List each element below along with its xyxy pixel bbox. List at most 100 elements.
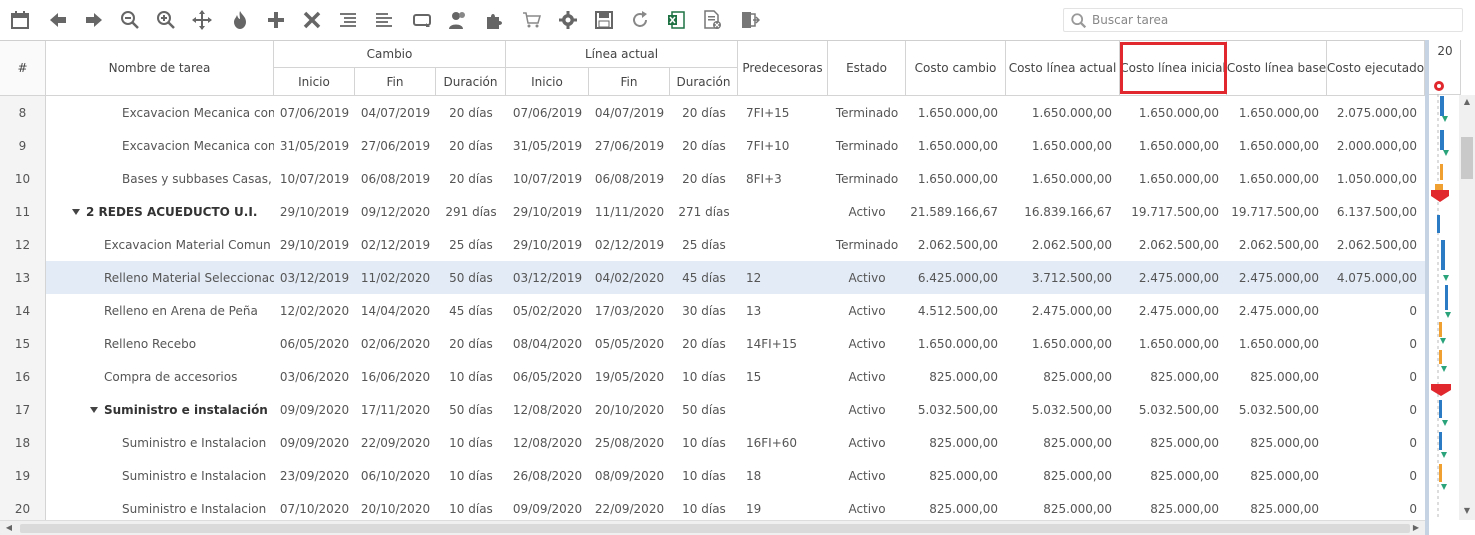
table-row[interactable]: 9 Excavacion Mecanica con 31/05/2019 27/06/… [0, 129, 1425, 162]
horizontal-scroll-thumb[interactable] [20, 524, 1410, 533]
link-icon[interactable] [410, 8, 434, 32]
gantt-bar [1439, 400, 1442, 418]
scroll-right-icon[interactable]: ▶ [1411, 523, 1421, 533]
costo-cambio: 1.650.000,00 [917, 171, 998, 186]
puzzle-icon[interactable] [482, 8, 506, 32]
costo-linea-inicial: 1.650.000,00 [1138, 171, 1219, 186]
linea-inicio: 31/05/2019 [512, 138, 583, 153]
scroll-left-icon[interactable]: ◀ [4, 523, 14, 533]
collapse-toggle-icon[interactable] [90, 406, 98, 413]
task-name[interactable]: Suministro e Instalacion [46, 459, 274, 492]
costo-ejecutado: 0 [1409, 369, 1417, 384]
task-name-label: Relleno en Arena de Peña [104, 303, 258, 318]
estado: Terminado [835, 105, 899, 120]
predecesoras [738, 393, 828, 426]
estado: Activo [848, 369, 886, 384]
horizontal-scrollbar[interactable]: ◀ ▶ [0, 520, 1425, 535]
table-row[interactable]: 11 2 REDES ACUEDUCTO U.I. 29/10/2019 09/12/… [0, 195, 1425, 228]
table-row[interactable]: 12 Excavacion Material Comun 29/10/2019 02/… [0, 228, 1425, 261]
exit-icon[interactable] [738, 8, 762, 32]
move-icon[interactable] [190, 8, 214, 32]
cart-icon[interactable] [520, 8, 544, 32]
header-costo-linea-base[interactable]: Costo línea base [1227, 41, 1327, 96]
task-name[interactable]: Relleno en Arena de Peña [46, 294, 274, 327]
table-row[interactable]: 15 Relleno Recebo 06/05/2020 02/06/2020 20 d… [0, 327, 1425, 360]
costo-linea-base: 2.475.000,00 [1238, 303, 1319, 318]
scroll-down-icon[interactable]: ▼ [1462, 506, 1472, 516]
costo-linea-actual: 1.650.000,00 [1031, 171, 1112, 186]
task-name[interactable]: Relleno Recebo [46, 327, 274, 360]
task-name[interactable]: Excavacion Material Comun [46, 228, 274, 261]
row-number: 12 [0, 228, 46, 261]
calendar-icon[interactable] [8, 8, 32, 32]
arrow-left-icon[interactable] [46, 8, 70, 32]
refresh-icon[interactable] [628, 8, 652, 32]
table-row[interactable]: 19 Suministro e Instalacion 23/09/2020 06/1… [0, 459, 1425, 492]
table-row[interactable]: 17 Suministro e instalación 09/09/2020 17/1… [0, 393, 1425, 426]
gear-icon[interactable] [556, 8, 580, 32]
task-name[interactable]: Compra de accesorios [46, 360, 274, 393]
header-num[interactable]: # [0, 41, 46, 96]
table-row[interactable]: 14 Relleno en Arena de Peña 12/02/2020 14/0… [0, 294, 1425, 327]
header-costo-linea-actual[interactable]: Costo línea actual [1006, 41, 1120, 96]
task-name-label: Bases y subbases Casas, [122, 171, 272, 186]
table-row[interactable]: 18 Suministro e Instalacion 09/09/2020 22/0… [0, 426, 1425, 459]
indent-icon[interactable] [336, 8, 360, 32]
scroll-up-icon[interactable]: ▲ [1462, 97, 1472, 107]
collapse-toggle-icon[interactable] [72, 208, 80, 215]
task-name[interactable]: Suministro e instalación [46, 393, 274, 426]
costo-linea-actual: 2.475.000,00 [1031, 303, 1112, 318]
costo-ejecutado: 6.137.500,00 [1336, 204, 1417, 219]
header-cambio-duracion[interactable]: Duración [436, 68, 506, 96]
plus-icon[interactable] [264, 8, 288, 32]
table-row[interactable]: 10 Bases y subbases Casas, 10/07/2019 06/08… [0, 162, 1425, 195]
header-costo-ejecutado[interactable]: Costo ejecutado [1327, 41, 1425, 96]
task-name[interactable]: Suministro e Instalacion [46, 426, 274, 459]
zoom-out-icon[interactable] [118, 8, 142, 32]
task-name[interactable]: Excavacion Mecanica con [46, 129, 274, 162]
estado: Activo [848, 270, 886, 285]
table-row[interactable]: 13 Relleno Material Seleccionad 03/12/2019… [0, 261, 1425, 294]
table-row[interactable]: 8 Excavacion Mecanica con 07/06/2019 04/07/… [0, 96, 1425, 129]
linea-fin: 27/06/2019 [594, 138, 665, 153]
costo-linea-base: 2.475.000,00 [1238, 270, 1319, 285]
row-number: 10 [0, 162, 46, 195]
zoom-in-icon[interactable] [154, 8, 178, 32]
fire-icon[interactable] [228, 8, 252, 32]
vertical-scroll-thumb[interactable] [1461, 137, 1473, 179]
predecesoras: 18 [746, 468, 762, 483]
outdent-icon[interactable] [372, 8, 396, 32]
excel-icon[interactable] [664, 8, 688, 32]
users-icon[interactable] [446, 8, 470, 32]
task-name[interactable]: Excavacion Mecanica con [46, 96, 274, 129]
header-linea-inicio[interactable]: Inicio [506, 68, 589, 96]
linea-fin: 19/05/2020 [594, 369, 665, 384]
task-name[interactable]: Bases y subbases Casas, [46, 162, 274, 195]
linea-duracion: 30 días [682, 303, 726, 318]
cambio-inicio: 29/10/2019 [279, 237, 350, 252]
row-number: 19 [0, 459, 46, 492]
estado: Terminado [835, 237, 899, 252]
header-cambio-inicio[interactable]: Inicio [274, 68, 355, 96]
estado: Activo [848, 468, 886, 483]
task-name[interactable]: 2 REDES ACUEDUCTO U.I. [46, 195, 274, 228]
header-estado[interactable]: Estado [828, 41, 906, 96]
header-linea-duracion[interactable]: Duración [670, 68, 738, 96]
save-icon[interactable] [592, 8, 616, 32]
task-name[interactable]: Relleno Material Seleccionad [46, 261, 274, 294]
cambio-inicio: 12/02/2020 [279, 303, 350, 318]
header-name[interactable]: Nombre de tarea [46, 41, 274, 96]
close-icon[interactable] [300, 8, 324, 32]
cambio-fin: 02/12/2019 [360, 237, 431, 252]
header-costo-cambio[interactable]: Costo cambio [906, 41, 1006, 96]
document-remove-icon[interactable] [700, 8, 724, 32]
arrow-right-icon[interactable] [82, 8, 106, 32]
row-number: 13 [0, 261, 46, 294]
search-input[interactable] [1092, 10, 1452, 30]
table-row[interactable]: 16 Compra de accesorios 03/06/2020 16/06/20… [0, 360, 1425, 393]
header-predecesoras[interactable]: Predecesoras [738, 41, 828, 96]
vertical-scrollbar[interactable]: ▲ ▼ [1459, 95, 1475, 520]
header-linea-fin[interactable]: Fin [589, 68, 670, 96]
header-cambio-fin[interactable]: Fin [355, 68, 436, 96]
estado: Activo [848, 435, 886, 450]
